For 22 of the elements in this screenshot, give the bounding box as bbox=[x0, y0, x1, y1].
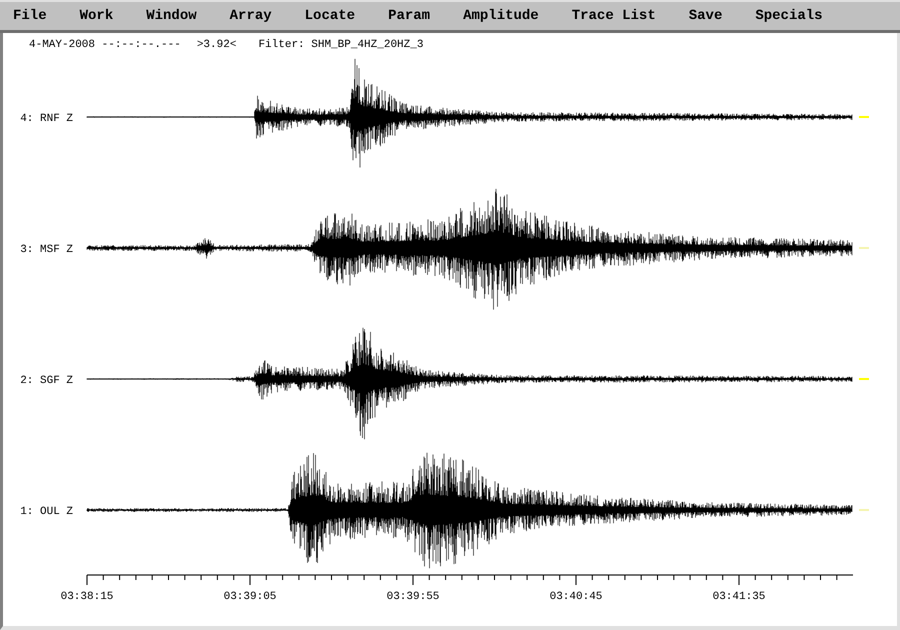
filter-text: Filter: SHM_BP_4HZ_20HZ_3 bbox=[258, 38, 424, 53]
date-time-text: 4-MAY-2008 --:--:--.--- bbox=[29, 38, 181, 53]
value-text: >3.92< bbox=[196, 38, 236, 53]
menu-item[interactable]: Trace List bbox=[572, 9, 656, 23]
trace-label: 4: RNF Z bbox=[20, 113, 73, 125]
trace-label: 3: MSF Z bbox=[20, 244, 73, 256]
menu-item[interactable]: File bbox=[13, 9, 47, 23]
menu-item[interactable]: Amplitude bbox=[463, 9, 539, 23]
trace-label: 1: OUL Z bbox=[20, 506, 73, 518]
trace-label: 2: SGF Z bbox=[20, 375, 73, 387]
menu-item[interactable]: Window bbox=[146, 9, 197, 23]
tick-label: 03:38:15 bbox=[60, 591, 114, 603]
tick-label: 03:40:45 bbox=[550, 591, 602, 603]
menu-item[interactable]: Save bbox=[688, 9, 722, 23]
menu-item[interactable]: Array bbox=[230, 9, 272, 23]
tick-label: 03:41:35 bbox=[712, 591, 766, 603]
tick-label: 03:39:05 bbox=[224, 591, 276, 603]
menu-item[interactable]: Locate bbox=[304, 9, 356, 23]
tick-label: 03:39:55 bbox=[386, 591, 440, 603]
menu-item[interactable]: Specials bbox=[755, 9, 823, 23]
menu-item[interactable]: Work bbox=[80, 9, 114, 23]
menu-item[interactable]: Param bbox=[388, 9, 430, 23]
